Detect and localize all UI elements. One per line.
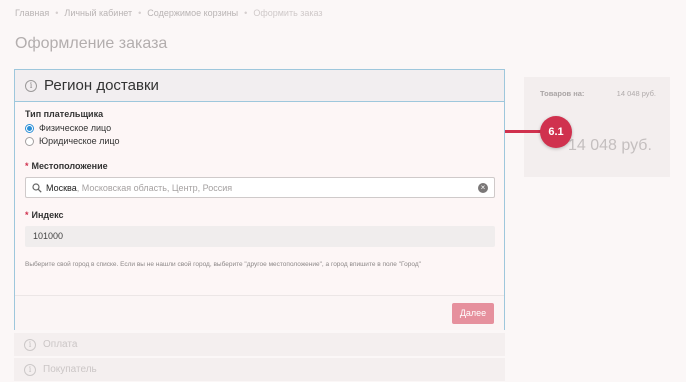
payer-option-label: Юридическое лицо [39,136,120,146]
summary-total: 14 048 руб. [568,137,652,154]
location-label: * Местоположение [25,161,108,171]
payer-option-label: Физическое лицо [39,123,112,133]
page-title: Оформление заказа [15,35,168,52]
summary-items-label: Товаров на: [540,89,585,98]
breadcrumb-cart[interactable]: Содержимое корзины [147,8,238,18]
payer-option-legal[interactable]: Юридическое лицо [25,136,494,146]
info-icon: i [24,363,36,376]
breadcrumb-separator: • [244,8,248,18]
payer-option-individual[interactable]: Физическое лицо [25,123,494,133]
breadcrumb-current: Оформить заказ [253,8,323,18]
required-mark: * [25,210,29,220]
index-label: * Индекс [25,210,64,220]
payer-type-label: Тип плательщика [25,109,104,119]
region-section-title: Регион доставки [44,77,159,94]
region-section: i Регион доставки Тип плательщика Физиче… [14,69,505,330]
location-hint: Выберите свой город в списке. Если вы не… [25,261,421,268]
summary-items-value: 14 048 руб. [616,89,656,98]
location-details: , Московская область, Центр, Россия [76,182,233,193]
payment-section-title: Оплата [43,339,78,350]
info-icon: i [25,79,37,92]
location-city: Москва [46,182,77,193]
breadcrumb-separator: • [55,8,59,18]
required-mark: * [25,161,29,171]
next-button[interactable]: Далее [452,303,494,324]
buyer-section-title: Покупатель [43,364,97,375]
location-input[interactable]: Москва, Московская область, Центр, Росси… [25,177,495,198]
breadcrumb-separator: • [138,8,142,18]
index-input[interactable]: 101000 [25,226,495,247]
search-icon [32,182,42,193]
summary-items-row: Товаров на: 14 048 руб. [524,77,670,98]
breadcrumb-cabinet[interactable]: Личный кабинет [64,8,132,18]
breadcrumb-home[interactable]: Главная [15,8,49,18]
region-form: Тип плательщика Физическое лицо Юридичес… [15,102,504,268]
region-section-header[interactable]: i Регион доставки [15,70,504,102]
region-section-footer: Далее [15,295,504,330]
info-icon: i [24,338,36,351]
radio-button-checked[interactable] [25,123,34,133]
callout-badge: 6.1 [540,116,572,148]
payment-section[interactable]: i Оплата [14,333,505,357]
buyer-section[interactable]: i Покупатель [14,358,505,382]
clear-icon[interactable]: × [478,183,488,193]
radio-button[interactable] [25,136,34,146]
breadcrumb: Главная • Личный кабинет • Содержимое корзин… [15,8,323,18]
